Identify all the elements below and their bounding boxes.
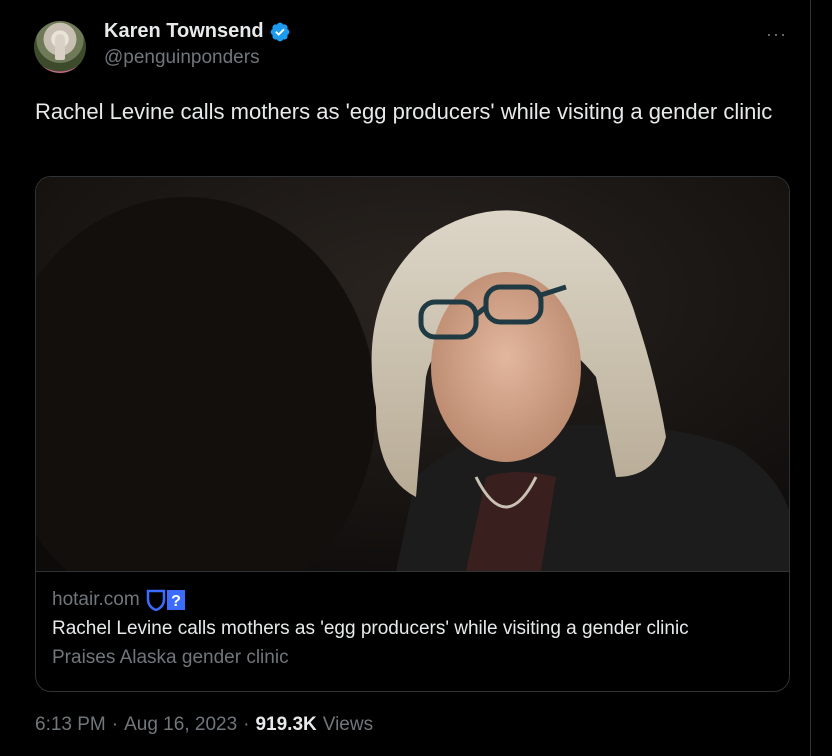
- card-description: Praises Alaska gender clinic: [52, 647, 289, 668]
- shield-question-icon[interactable]: ?: [146, 589, 186, 611]
- column-divider: [810, 0, 811, 756]
- card-image[interactable]: [36, 177, 789, 571]
- svg-text:?: ?: [171, 593, 181, 610]
- views-count[interactable]: 919.3K: [255, 714, 316, 736]
- author-name-row: Karen Townsend: [104, 20, 291, 43]
- meta-separator: ·: [111, 714, 119, 735]
- views-label: Views: [322, 714, 374, 735]
- more-options-button[interactable]: ···: [766, 24, 787, 45]
- tweet-text: Rachel Levine calls mothers as 'egg prod…: [35, 99, 773, 124]
- card-domain-row: hotair.com ?: [52, 589, 186, 611]
- author-handle[interactable]: @penguinponders: [104, 47, 260, 69]
- tweet-meta: 6:13 PM · Aug 16, 2023 · 919.3K Views: [35, 714, 373, 736]
- meta-separator: ·: [243, 714, 250, 735]
- verified-badge-icon: [270, 22, 290, 41]
- card-domain[interactable]: hotair.com: [52, 589, 140, 611]
- card-photo: [36, 177, 789, 571]
- author-name[interactable]: Karen Townsend: [104, 20, 264, 43]
- card-title[interactable]: Rachel Levine calls mothers as 'egg prod…: [52, 618, 689, 640]
- tweet-time[interactable]: 6:13 PM: [35, 714, 106, 736]
- avatar-figure: [55, 34, 65, 60]
- tweet-date[interactable]: Aug 16, 2023: [124, 714, 237, 736]
- avatar[interactable]: [34, 21, 86, 73]
- link-card[interactable]: hotair.com ? Rachel Levine calls mothers…: [35, 176, 790, 692]
- card-meta[interactable]: hotair.com ? Rachel Levine calls mothers…: [36, 571, 789, 691]
